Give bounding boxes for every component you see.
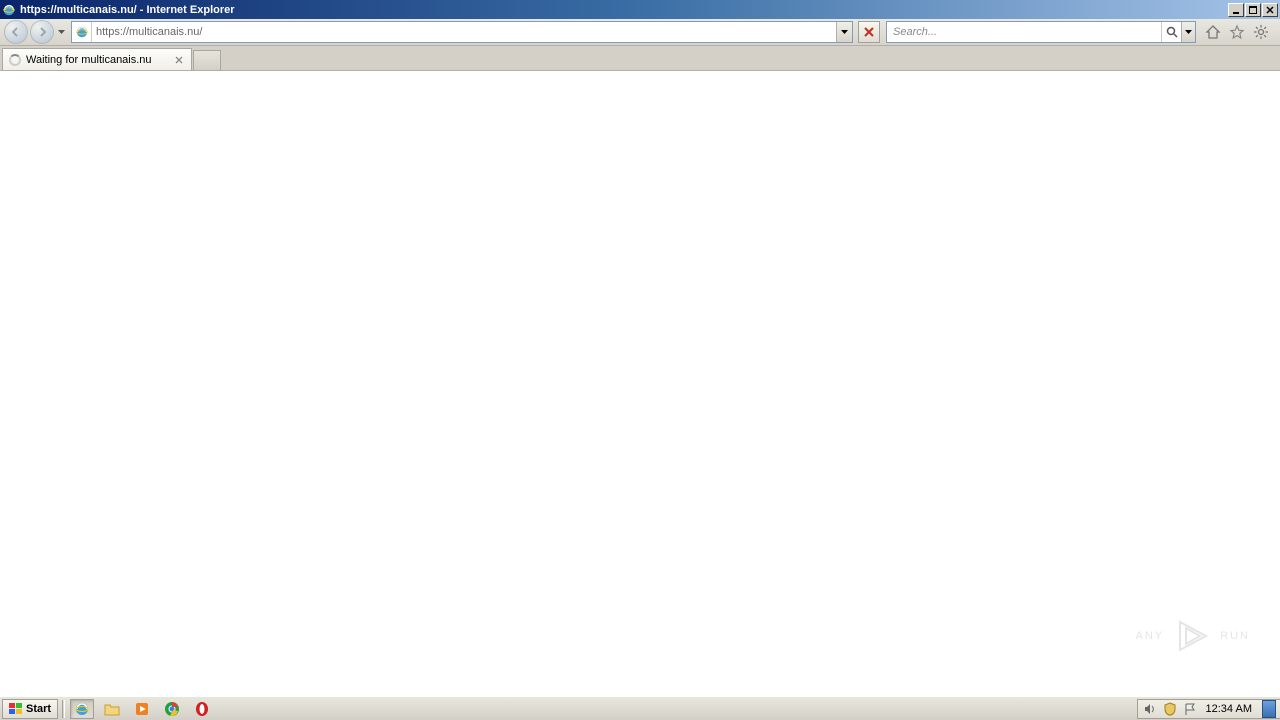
- tab-close-button[interactable]: [173, 54, 185, 66]
- maximize-button[interactable]: [1245, 3, 1261, 17]
- search-bar: [886, 21, 1196, 43]
- ie-icon: [74, 701, 90, 717]
- search-button[interactable]: [1161, 22, 1181, 42]
- taskbar-item-media[interactable]: [130, 699, 154, 719]
- star-icon: [1229, 24, 1245, 40]
- address-dropdown[interactable]: [836, 22, 852, 42]
- search-input[interactable]: [887, 26, 1161, 38]
- windows-flag-icon: [9, 703, 23, 715]
- navigation-toolbar: [0, 19, 1280, 46]
- page-content: ANY RUN: [0, 71, 1280, 696]
- taskbar-item-chrome[interactable]: [160, 699, 184, 719]
- taskbar-item-explorer[interactable]: [100, 699, 124, 719]
- folder-icon: [104, 701, 120, 717]
- stop-icon: [863, 26, 875, 38]
- taskbar: Start 12:34 AM: [0, 696, 1280, 720]
- tray-clock[interactable]: 12:34 AM: [1202, 703, 1256, 715]
- play-icon: [1172, 616, 1212, 656]
- window-title-bar: https://multicanais.nu/ - Internet Explo…: [0, 0, 1280, 19]
- taskbar-item-ie[interactable]: [70, 699, 94, 719]
- close-button[interactable]: [1262, 3, 1278, 17]
- flag-icon: [1183, 702, 1197, 716]
- watermark: ANY RUN: [1136, 616, 1250, 656]
- shield-icon: [1163, 702, 1177, 716]
- home-icon: [1205, 24, 1221, 40]
- tray-volume[interactable]: [1142, 701, 1158, 717]
- forward-button[interactable]: [30, 20, 54, 44]
- chrome-icon: [164, 701, 180, 717]
- volume-icon: [1143, 702, 1157, 716]
- start-label: Start: [26, 703, 51, 715]
- start-button[interactable]: Start: [2, 699, 58, 719]
- tray-flag[interactable]: [1182, 701, 1198, 717]
- home-button[interactable]: [1204, 23, 1222, 41]
- minimize-button[interactable]: [1228, 3, 1244, 17]
- new-tab-button[interactable]: [193, 50, 221, 70]
- nav-history-dropdown[interactable]: [56, 30, 66, 34]
- media-player-icon: [134, 701, 150, 717]
- taskbar-item-opera[interactable]: [190, 699, 214, 719]
- system-tray: 12:34 AM: [1137, 699, 1280, 719]
- watermark-left: ANY: [1136, 630, 1165, 642]
- search-provider-dropdown[interactable]: [1181, 22, 1195, 42]
- opera-icon: [194, 701, 210, 717]
- loading-spinner-icon: [9, 54, 21, 66]
- watermark-right: RUN: [1220, 630, 1250, 642]
- show-desktop-button[interactable]: [1262, 700, 1276, 718]
- back-button[interactable]: [4, 20, 28, 44]
- ie-page-icon: [75, 25, 89, 39]
- tray-shield[interactable]: [1162, 701, 1178, 717]
- tools-button[interactable]: [1252, 23, 1270, 41]
- browser-tab[interactable]: Waiting for multicanais.nu: [2, 48, 192, 70]
- page-icon: [72, 22, 92, 42]
- stop-reload-button[interactable]: [858, 21, 880, 43]
- gear-icon: [1253, 24, 1269, 40]
- search-icon: [1166, 26, 1178, 38]
- address-bar: [71, 21, 853, 43]
- favorites-button[interactable]: [1228, 23, 1246, 41]
- ie-logo-icon: [2, 3, 16, 17]
- window-title: https://multicanais.nu/ - Internet Explo…: [20, 4, 1228, 16]
- url-input[interactable]: [92, 26, 836, 38]
- tab-strip: Waiting for multicanais.nu: [0, 46, 1280, 71]
- tab-label: Waiting for multicanais.nu: [26, 54, 168, 66]
- taskbar-separator: [62, 700, 65, 718]
